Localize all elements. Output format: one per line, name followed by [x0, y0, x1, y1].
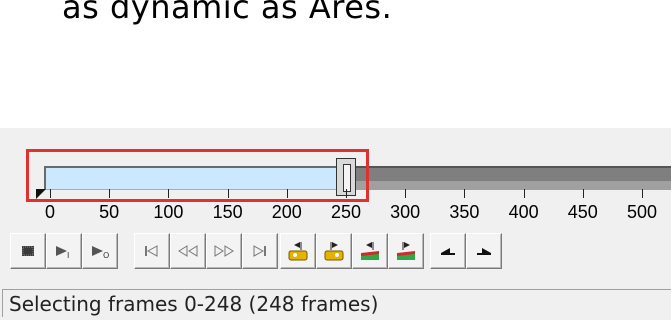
play-from-start-icon: I — [56, 246, 69, 259]
play-selection-icon: O — [92, 246, 109, 259]
first-frame-button[interactable] — [134, 233, 170, 269]
mark-out-button[interactable] — [466, 233, 502, 269]
mark-in-button[interactable] — [430, 233, 466, 269]
mark-in-icon — [441, 248, 455, 255]
playback-toolbar: I O — [0, 233, 671, 273]
prev-keyframe-button[interactable] — [280, 233, 316, 269]
status-message: Selecting frames 0-248 (248 frames) — [2, 289, 671, 317]
ruler-tick — [405, 189, 407, 198]
last-frame-button[interactable] — [242, 233, 278, 269]
ruler-tick — [464, 189, 466, 198]
prev-scene-icon — [361, 242, 379, 260]
ruler-tick-label: 200 — [271, 202, 302, 222]
last-frame-icon — [253, 245, 266, 257]
ruler-tick-label: 0 — [44, 202, 56, 222]
play-selection-button[interactable]: O — [82, 233, 118, 269]
next-keyframe-icon — [324, 242, 344, 261]
play-from-start-button[interactable]: I — [46, 233, 82, 269]
ruler-tick — [168, 189, 170, 198]
next-keyframe-button[interactable] — [316, 233, 352, 269]
ruler-tick — [523, 189, 525, 198]
ruler-tick-label: 400 — [508, 202, 539, 222]
ruler-tick-label: 450 — [567, 202, 598, 222]
timeline-unselected-range[interactable] — [344, 166, 671, 190]
first-frame-icon — [145, 245, 158, 257]
ruler-tick — [109, 189, 111, 198]
prev-scene-button[interactable] — [352, 233, 388, 269]
ruler-tick-label: 150 — [212, 202, 243, 222]
ruler-tick — [642, 189, 643, 198]
stop-icon — [22, 246, 34, 256]
selection-highlight-box — [26, 149, 369, 202]
step-back-button[interactable] — [170, 233, 206, 269]
ruler-tick-label: 300 — [390, 202, 421, 222]
prev-keyframe-icon — [288, 242, 308, 261]
ruler-tick-label: 350 — [449, 202, 480, 222]
ruler-tick-label: 500 — [626, 202, 658, 222]
ruler-tick-label: 50 — [99, 202, 120, 222]
ruler-tick — [227, 189, 229, 198]
svg-text:O: O — [103, 251, 109, 259]
ruler-tick-label: 250 — [330, 202, 362, 222]
step-back-icon — [178, 245, 198, 257]
stop-button[interactable] — [10, 233, 46, 269]
step-forward-icon — [214, 245, 234, 257]
next-scene-button[interactable] — [388, 233, 424, 269]
ruler-tick — [346, 189, 347, 198]
ruler-tick — [50, 189, 51, 198]
ruler-tick — [286, 189, 288, 198]
caption-text: as dynamic as Ares. — [62, 0, 393, 26]
step-forward-button[interactable] — [206, 233, 242, 269]
status-bar: Selecting frames 0-248 (248 frames) — [0, 287, 671, 320]
ruler-tick-label: 100 — [153, 202, 184, 222]
next-scene-icon — [397, 242, 415, 260]
svg-text:I: I — [67, 251, 69, 259]
mark-out-icon — [477, 248, 491, 255]
ruler-tick — [582, 189, 584, 198]
